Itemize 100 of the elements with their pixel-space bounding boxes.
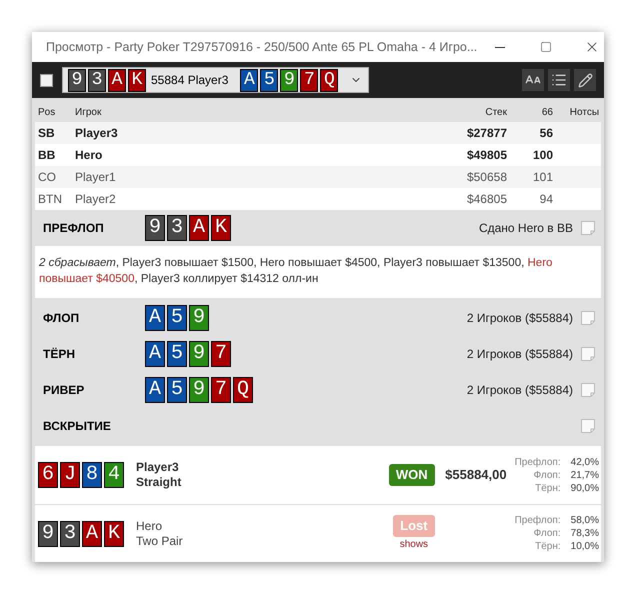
playing-card: 9 — [189, 341, 209, 367]
hand-rank: Two Pair — [136, 534, 183, 548]
playing-card: K — [128, 68, 146, 92]
result-badge: WON — [388, 464, 435, 486]
street-title: ФЛОП — [43, 310, 80, 327]
playing-card: 9 — [280, 68, 298, 92]
playing-card: 7 — [211, 377, 231, 403]
playing-card: 9 — [189, 305, 209, 331]
playing-card: A — [145, 377, 165, 403]
street-title: ТЁРН — [43, 346, 76, 363]
action-history: 2 сбрасывает, Player3 повышает $1500, Hero повышает $4500, Player3 повышает $13500, Hero повышает $40500, Player3 коллирует $14312 олл-ин — [39, 256, 554, 287]
playing-card: 9 — [189, 377, 209, 403]
window-title: Просмотр - Party Poker T297570916 - 250/500 Ante 65 PL Omaha - 4 Игро... — [46, 38, 478, 56]
edit-button[interactable] — [574, 69, 596, 92]
stack-cell-text: $49805 — [466, 147, 507, 164]
player-cell-text: Player1 — [75, 169, 117, 186]
stack-cell-text: $46805 — [466, 191, 507, 208]
playing-card: K — [104, 520, 124, 546]
stack-cell-text: $27877 — [466, 125, 507, 142]
column-header: Pos — [37, 106, 56, 120]
playing-card: 4 — [104, 462, 124, 488]
list-button[interactable] — [548, 69, 570, 92]
playing-card: 8 — [82, 462, 102, 488]
column-header: Стек — [484, 106, 507, 120]
playing-card: A — [189, 215, 209, 241]
position-cell-text: BTN — [37, 191, 63, 208]
big-blinds-cell-text: 56 — [538, 125, 553, 142]
shows-label: shows — [400, 538, 428, 552]
playing-card: 3 — [88, 68, 106, 92]
playing-card: 7 — [211, 341, 231, 367]
playing-card: 9 — [38, 520, 58, 546]
player-cell-text: Hero — [75, 147, 104, 164]
result-badge: Lost — [393, 515, 435, 537]
playing-card: 3 — [167, 215, 187, 241]
playing-card: Q — [320, 68, 338, 92]
playing-card: 9 — [145, 215, 165, 241]
equity-label: Префлоп: — [514, 456, 561, 468]
player-row[interactable]: BTN Player2 $46805 94 — [35, 188, 601, 210]
hand-label: 55884 Player3 — [151, 72, 228, 90]
playing-card: 5 — [167, 377, 187, 403]
font-size-button[interactable] — [522, 69, 544, 92]
player-cell-text: Player3 — [75, 125, 119, 142]
playing-card: 7 — [300, 68, 318, 92]
playing-card: A — [240, 68, 258, 92]
player-cell-text: Player2 — [75, 191, 117, 208]
note-icon[interactable] — [581, 419, 595, 433]
player-row[interactable]: CO Player1 $50658 101 — [35, 166, 601, 188]
player-row[interactable]: SB Player3 $27877 56 — [35, 122, 601, 144]
playing-card: 6 — [38, 462, 58, 488]
big-blinds-cell-text: 100 — [532, 147, 553, 164]
equity-label: Флоп: — [532, 468, 561, 482]
playing-card: A — [145, 341, 165, 367]
equity-label: Тёрн: — [534, 540, 561, 553]
checkbox[interactable] — [40, 74, 53, 87]
equity-label: Флоп: — [532, 527, 561, 540]
playing-card: 5 — [260, 68, 278, 92]
note-icon[interactable] — [581, 347, 595, 361]
pot-amount: $55884,00 — [444, 466, 507, 484]
playing-card: 5 — [167, 341, 187, 367]
hand-rank: Straight — [136, 475, 182, 490]
playing-card: J — [60, 462, 80, 488]
big-blinds-cell-text: 94 — [538, 191, 553, 208]
equity-label: Префлоп: — [514, 514, 561, 527]
equity-value: 10,0% — [570, 540, 599, 553]
playing-card: A — [145, 305, 165, 331]
position-cell-text: BB — [37, 147, 56, 164]
street-info: 2 Игроков ($55884) — [466, 382, 573, 399]
position-cell-text: SB — [37, 125, 56, 142]
player-row[interactable]: BB Hero $49805 100 — [35, 144, 601, 166]
column-header: 66 — [540, 106, 553, 120]
street-title: ПРЕФЛОП — [43, 220, 105, 237]
street-info: 2 Игроков ($55884) — [466, 310, 573, 327]
pencil-icon — [578, 72, 592, 88]
playing-card: A — [82, 520, 102, 546]
playing-card: 3 — [60, 520, 80, 546]
street-info: Сдано Hero в BB — [478, 220, 573, 237]
player-name: Player3 — [136, 460, 180, 475]
equity-value: 21,7% — [570, 468, 599, 482]
street-title: РИВЕР — [43, 382, 86, 399]
note-icon[interactable] — [581, 383, 595, 397]
hand-dropdown[interactable]: 9 3 A K 55884 Player3 A 5 9 7 Q — [62, 67, 370, 94]
column-header: Нотсы — [568, 106, 600, 120]
player-name: Hero — [136, 518, 164, 534]
note-icon[interactable] — [581, 311, 595, 325]
note-icon[interactable] — [581, 221, 595, 235]
playing-card: 5 — [167, 305, 187, 331]
stack-cell-text: $50658 — [466, 169, 507, 186]
playing-card: 9 — [68, 68, 86, 92]
playing-card: A — [108, 68, 126, 92]
street-info: 2 Игроков ($55884) — [466, 346, 573, 363]
equity-value: 42,0% — [570, 456, 599, 468]
maximize-icon — [540, 41, 552, 53]
street-title: ВСКРЫТИЕ — [43, 418, 112, 435]
equity-label: Тёрн: — [534, 482, 561, 494]
big-blinds-cell-text: 101 — [532, 169, 553, 186]
playing-card: K — [211, 215, 231, 241]
column-header: Игрок — [75, 106, 102, 120]
playing-card: Q — [233, 377, 253, 403]
equity-value: 90,0% — [570, 482, 599, 494]
equity-value: 78,3% — [570, 527, 599, 540]
